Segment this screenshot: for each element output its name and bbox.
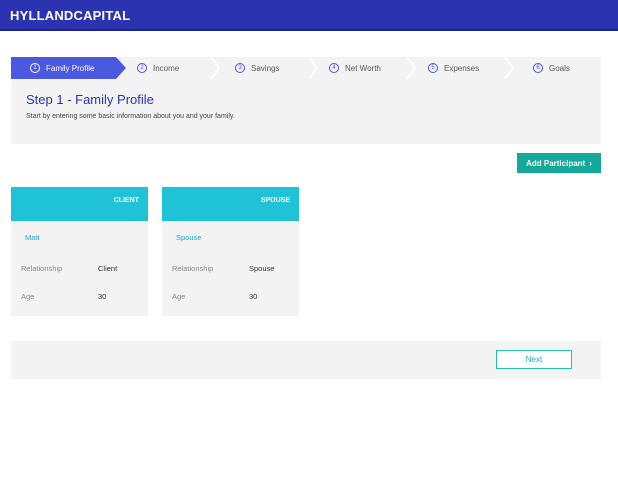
participant-card-client: CLIENT Matt Relationship Client Age 30 [11, 187, 148, 316]
age-value: 30 [98, 292, 107, 301]
step-number: 5 [428, 63, 438, 73]
step-net-worth[interactable]: 4 Net Worth [329, 57, 381, 79]
active-step-arrow [116, 57, 126, 79]
chevron-right-icon: › [589, 158, 592, 168]
age-label: Age [21, 292, 35, 301]
card-header: CLIENT [11, 187, 148, 221]
step-label: Expenses [444, 63, 480, 73]
add-participant-button[interactable]: Add Participant › [517, 153, 601, 173]
wizard-footer: Next [11, 341, 601, 379]
step-goals[interactable]: 6 Goals [533, 57, 570, 79]
participant-card-spouse: SPOUSE Spouse Relationship Spouse Age 30 [162, 187, 299, 316]
step-separator-icon [308, 57, 319, 79]
step-savings[interactable]: 3 Savings [235, 57, 279, 79]
participant-role: SPOUSE [260, 197, 290, 204]
step-number: 4 [329, 63, 339, 73]
page-subtitle: Start by entering some basic information… [26, 113, 235, 120]
step-expenses[interactable]: 5 Expenses [428, 57, 479, 79]
step-label: Income [153, 63, 180, 73]
step-number: 6 [533, 63, 543, 73]
add-participant-label: Add Participant [526, 158, 586, 168]
page-title: Step 1 - Family Profile [26, 92, 154, 107]
step-number: 2 [137, 63, 147, 73]
wizard-stepper: 1 Family Profile 2 Income 3 Savings 4 Ne… [11, 57, 601, 79]
card-header: SPOUSE [162, 187, 299, 221]
step-header: Step 1 - Family Profile Start by enterin… [11, 79, 601, 144]
relationship-label: Relationship [172, 264, 214, 273]
step-number: 1 [30, 63, 40, 73]
relationship-value: Spouse [249, 264, 275, 273]
step-separator-icon [210, 57, 221, 79]
participant-name-link[interactable]: Spouse [176, 233, 201, 242]
age-value: 30 [249, 292, 258, 301]
step-label: Family Profile [46, 63, 95, 73]
step-family-profile[interactable]: 1 Family Profile [11, 57, 116, 79]
participant-name-link[interactable]: Matt [25, 233, 40, 242]
step-separator-icon [406, 57, 417, 79]
step-separator-icon [504, 57, 515, 79]
relationship-label: Relationship [21, 264, 63, 273]
step-label: Net Worth [345, 63, 381, 73]
relationship-value: Client [98, 264, 118, 273]
step-label: Goals [549, 63, 570, 73]
step-label: Savings [251, 63, 280, 73]
step-income[interactable]: 2 Income [137, 57, 179, 79]
participant-role: CLIENT [113, 197, 139, 204]
top-bar: HYLLANDCAPITAL [0, 0, 618, 31]
age-label: Age [172, 292, 186, 301]
step-number: 3 [235, 63, 245, 73]
next-button[interactable]: Next [496, 350, 572, 369]
brand-logo[interactable]: HYLLANDCAPITAL [10, 8, 130, 23]
